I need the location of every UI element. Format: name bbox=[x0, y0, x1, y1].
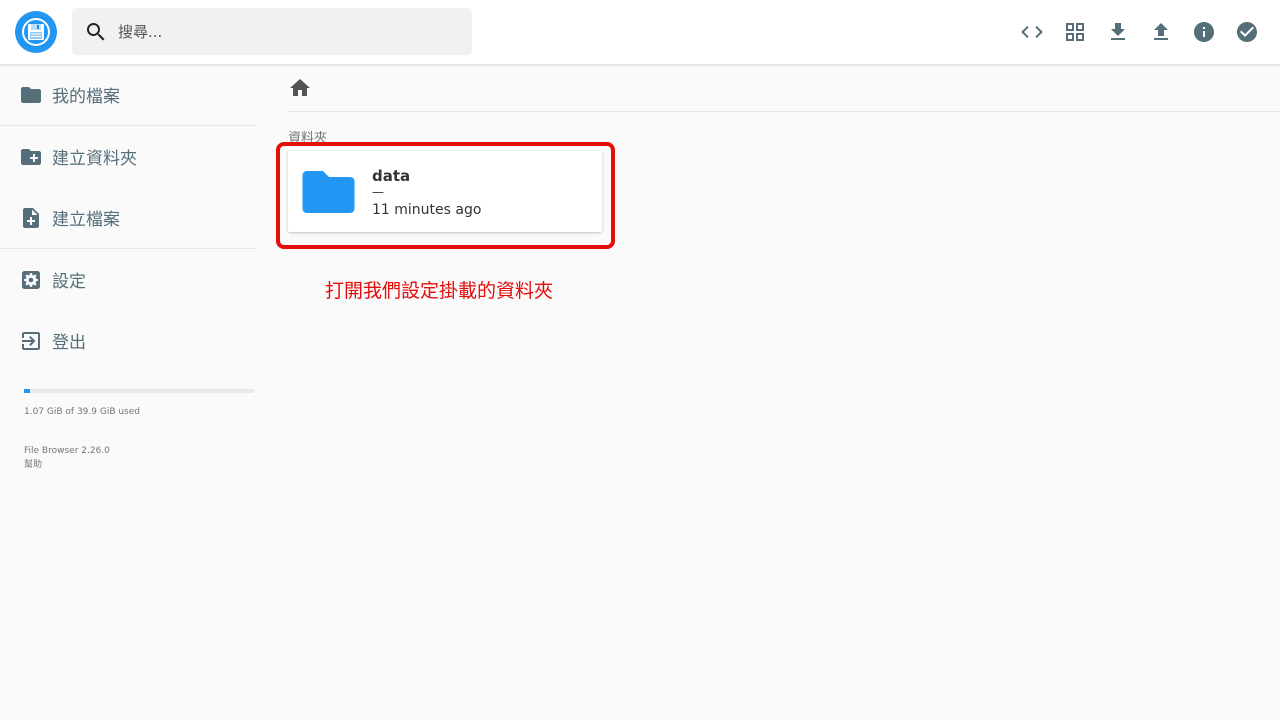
search-bar[interactable] bbox=[72, 8, 472, 55]
exit-icon bbox=[19, 329, 43, 353]
code-icon[interactable] bbox=[1010, 10, 1053, 54]
sidebar-item-my-files[interactable]: 我的檔案 bbox=[0, 64, 256, 125]
sidebar-item-create-folder[interactable]: 建立資料夾 bbox=[0, 126, 256, 187]
section-title: 資料夾 bbox=[288, 131, 328, 146]
breadcrumb bbox=[288, 64, 1280, 112]
sidebar-item-label: 設定 bbox=[52, 272, 86, 292]
floppy-disk-icon[interactable] bbox=[15, 11, 57, 53]
download-icon[interactable] bbox=[1096, 10, 1139, 54]
info-icon[interactable] bbox=[1182, 10, 1225, 54]
annotation-text: 打開我們設定掛載的資料夾 bbox=[325, 280, 554, 302]
home-icon[interactable] bbox=[288, 76, 312, 100]
sidebar-item-settings[interactable]: 設定 bbox=[0, 249, 256, 310]
sidebar: 我的檔案 建立資料夾 建立檔案 設定 登出 1.07 GiB of 39.9 G… bbox=[0, 64, 256, 470]
help-link[interactable]: 幫助 bbox=[24, 458, 110, 472]
create-folder-icon bbox=[19, 145, 43, 169]
note-add-icon bbox=[19, 206, 43, 230]
header-actions bbox=[1010, 10, 1268, 54]
folder-icon bbox=[301, 169, 356, 215]
header bbox=[0, 0, 1280, 64]
sidebar-item-label: 建立檔案 bbox=[52, 210, 120, 230]
sidebar-item-label: 建立資料夾 bbox=[52, 149, 137, 169]
item-name: data bbox=[372, 167, 411, 185]
storage-quota: 1.07 GiB of 39.9 GiB used bbox=[24, 389, 254, 417]
upload-icon[interactable] bbox=[1139, 10, 1182, 54]
list-item[interactable]: data — 11 minutes ago bbox=[288, 151, 602, 232]
credits: File Browser 2.26.0 幫助 bbox=[24, 444, 110, 472]
item-size: — bbox=[372, 185, 384, 199]
search-icon bbox=[84, 20, 108, 44]
check-circle-icon[interactable] bbox=[1225, 10, 1268, 54]
sidebar-item-label: 我的檔案 bbox=[52, 87, 120, 107]
search-input[interactable] bbox=[116, 21, 456, 42]
sidebar-item-logout[interactable]: 登出 bbox=[0, 310, 256, 371]
grid-view-icon[interactable] bbox=[1053, 10, 1096, 54]
sidebar-item-create-file[interactable]: 建立檔案 bbox=[0, 187, 256, 248]
version-text: File Browser 2.26.0 bbox=[24, 446, 110, 456]
quota-bar bbox=[24, 389, 254, 393]
item-modified: 11 minutes ago bbox=[372, 202, 482, 218]
folder-icon bbox=[19, 83, 43, 107]
quota-text: 1.07 GiB of 39.9 GiB used bbox=[24, 407, 140, 417]
quota-fill bbox=[24, 389, 31, 393]
sidebar-item-label: 登出 bbox=[52, 333, 86, 353]
settings-icon bbox=[19, 268, 43, 292]
